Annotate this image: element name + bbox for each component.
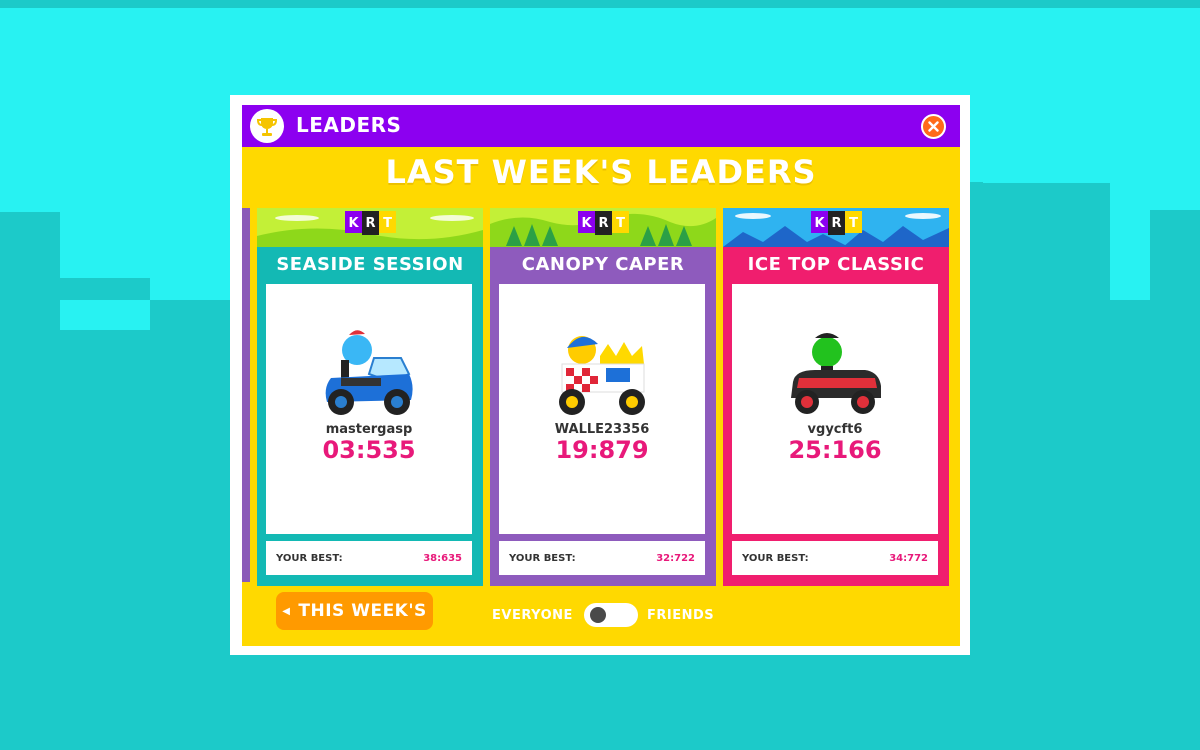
your-best-row: YOUR BEST: 32:722 [499, 541, 705, 575]
track-name: ICE TOP CLASSIC [747, 254, 925, 275]
player-name: vgycft6 [807, 422, 863, 437]
krt-logo: K R T [345, 211, 396, 235]
krt-letter-k: K [348, 216, 359, 231]
leader-panel: vgycft6 25:166 [732, 284, 938, 534]
page-heading: LAST WEEK'S LEADERS [385, 153, 817, 191]
best-time: 03:535 [322, 436, 416, 464]
title-bar: LEADERS [242, 105, 960, 147]
krt-letter-t: T [383, 216, 392, 231]
toggle-label-friends[interactable]: FRIENDS [647, 608, 714, 623]
this-week-label: THIS WEEK'S [298, 601, 427, 621]
leader-card-seaside-session[interactable]: K R T SEASIDE SESSION mastergasp 03:535 … [257, 208, 483, 586]
toggle-knob[interactable] [590, 607, 606, 623]
krt-letter-k: K [581, 216, 592, 231]
your-best-time: 38:635 [423, 553, 462, 564]
krt-letter-r: R [831, 216, 841, 231]
leaders-modal: LEADERS LAST WEEK'S LEADERS K R T SEASID… [242, 105, 960, 646]
your-best-label: YOUR BEST: [742, 553, 809, 564]
everyone-friends-toggle[interactable] [584, 603, 638, 627]
trophy-icon [250, 109, 284, 143]
your-best-label: YOUR BEST: [509, 553, 576, 564]
krt-logo: K R T [811, 211, 862, 235]
kart-avatar-yellow [559, 336, 645, 415]
krt-logo: K R T [578, 211, 629, 235]
krt-letter-t: T [616, 216, 625, 231]
krt-letter-t: T [849, 216, 858, 231]
window-title: LEADERS [296, 113, 402, 137]
seaside-banner: K R T [257, 208, 483, 247]
your-best-label: YOUR BEST: [276, 553, 343, 564]
your-best-row: YOUR BEST: 38:635 [266, 541, 472, 575]
krt-letter-r: R [365, 216, 375, 231]
player-name: WALLE23356 [554, 422, 650, 437]
this-week-button[interactable]: ◀ THIS WEEK'S [276, 592, 433, 630]
canopy-banner: K R T [490, 208, 716, 247]
close-icon [928, 121, 939, 132]
leader-card-canopy-caper[interactable]: K R T CANOPY CAPER WALLE23356 19:879 YOU… [490, 208, 716, 586]
leader-panel: mastergasp 03:535 [266, 284, 472, 534]
krt-letter-k: K [814, 216, 825, 231]
arrow-left-icon: ◀ [282, 605, 291, 617]
your-best-time: 32:722 [656, 553, 695, 564]
player-name: mastergasp [325, 422, 413, 437]
kart-avatar-blue [325, 330, 413, 415]
toggle-label-everyone[interactable]: EVERYONE [492, 608, 573, 623]
best-time: 25:166 [788, 436, 882, 464]
krt-letter-r: R [598, 216, 608, 231]
best-time: 19:879 [555, 436, 649, 464]
track-name: SEASIDE SESSION [276, 254, 464, 275]
your-best-time: 34:772 [889, 553, 928, 564]
kart-avatar-green [791, 333, 881, 414]
close-button[interactable] [921, 114, 946, 139]
leader-card-ice-top-classic[interactable]: K R T ICE TOP CLASSIC vgycft6 25:166 YOU… [723, 208, 949, 586]
leader-panel: WALLE23356 19:879 [499, 284, 705, 534]
previous-card-edge [242, 208, 250, 582]
ice-top-banner: K R T [723, 208, 949, 247]
your-best-row: YOUR BEST: 34:772 [732, 541, 938, 575]
track-name: CANOPY CAPER [521, 254, 685, 275]
